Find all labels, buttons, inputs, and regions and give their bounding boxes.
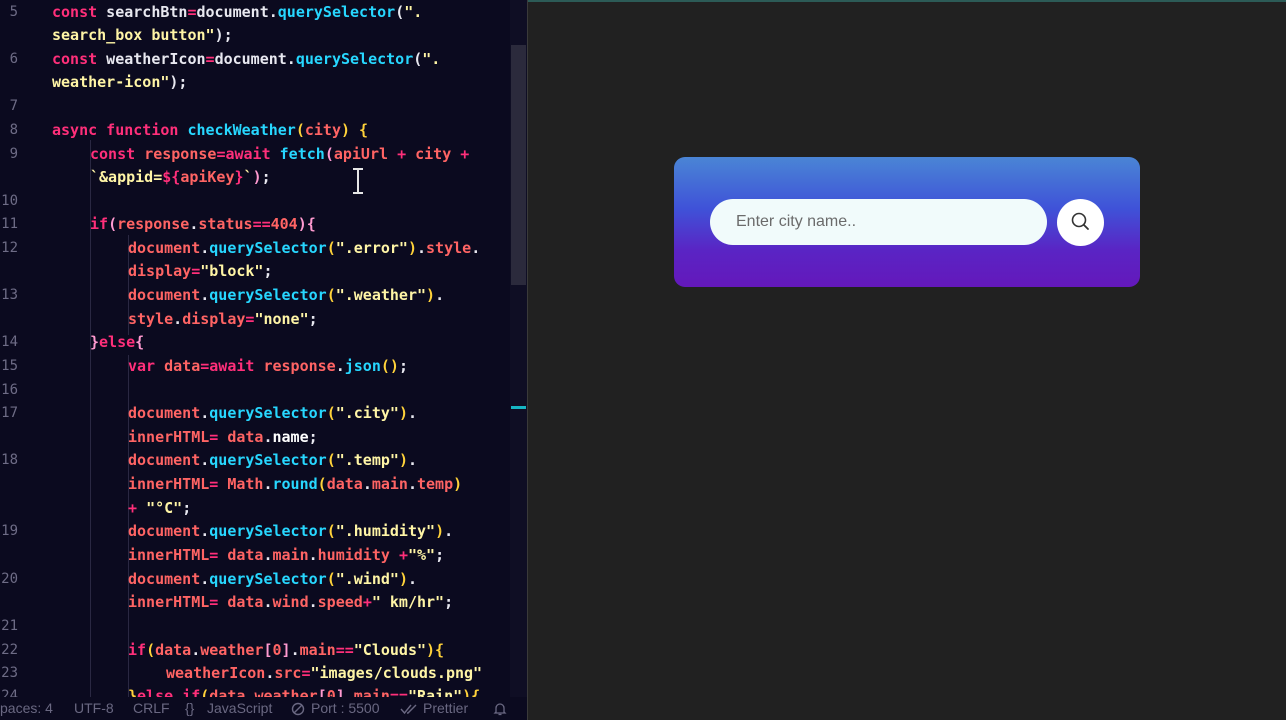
line-number: 22 [1,642,18,658]
code-line: display="block"; [128,262,273,280]
code-line: const weatherIcon=document.querySelector… [52,50,441,68]
line-number: 14 [1,334,18,350]
line-number: 23 [1,665,18,681]
line-number: 9 [9,146,18,162]
formatter-status[interactable]: Prettier [423,697,468,720]
code-line: if(response.status==404){ [90,215,316,233]
search-icon [1071,212,1089,230]
line-number: 10 [1,193,18,209]
code-line: var data=await response.json(); [128,357,408,375]
code-line: async function checkWeather(city) { [52,121,369,139]
code-line: document.querySelector(".humidity"). [128,522,454,540]
code-line: style.display="none"; [128,310,318,328]
editor-scrollbar-thumb[interactable] [511,45,526,285]
code-line: const response=await fetch(apiUrl + city… [90,145,470,163]
code-line: const searchBtn=document.querySelector("… [52,3,423,21]
weather-card [674,157,1140,287]
code-line: }else if(data.weather[0].main=="Rain"){ [128,687,481,697]
code-line: innerHTML= data.wind.speed+" km/hr"; [128,593,454,611]
line-number: 12 [1,240,18,256]
live-server-port[interactable]: Port : 5500 [311,697,380,720]
scrollbar-marker [511,406,526,409]
circle-slash-icon [291,702,305,716]
code-line: `&appid=${apiKey}`); [90,168,271,186]
line-number: 6 [9,51,18,67]
browser-preview [528,0,1286,720]
line-number: 7 [9,98,18,114]
line-number: 17 [1,405,18,421]
line-ending-status[interactable]: CRLF [133,697,170,720]
language-mode-status[interactable]: JavaScript [207,697,272,720]
line-number: 16 [1,382,18,398]
code-editor[interactable]: 5 6 7 8 9 10 11 12 13 14 15 16 17 18 19 … [0,0,527,697]
code-line: search_box button"); [52,26,233,44]
line-number: 8 [9,122,18,138]
code-line: weatherIcon.src="images/clouds.png" [166,664,483,682]
line-number: 11 [1,216,18,232]
code-line: }else{ [90,333,145,351]
line-number: 19 [1,523,18,539]
code-line: innerHTML= data.name; [128,428,318,446]
code-line: if(data.weather[0].main=="Clouds"){ [128,641,445,659]
braces-icon: {} [185,700,195,716]
code-line: document.querySelector(".weather"). [128,286,445,304]
code-line: document.querySelector(".temp"). [128,451,417,469]
line-number: 13 [1,287,18,303]
code-line: document.querySelector(".wind"). [128,570,417,588]
encoding-status[interactable]: UTF-8 [74,697,114,720]
preview-top-border [528,0,1286,2]
code-line: + "°C"; [128,499,192,517]
line-number: 18 [1,452,18,468]
line-number: 15 [1,358,18,374]
code-line: weather-icon"); [52,73,188,91]
code-line: document.querySelector(".error").style. [128,239,481,257]
double-check-icon [400,704,417,715]
bell-icon[interactable] [492,701,508,717]
search-button[interactable] [1057,199,1104,246]
code-line: innerHTML= Math.round(data.main.temp) [128,475,463,493]
line-number: 5 [9,4,18,20]
line-number: 24 [1,688,18,697]
indentation-status[interactable]: paces: 4 [0,697,53,720]
city-search-input[interactable] [710,199,1047,245]
status-bar: paces: 4 UTF-8 CRLF {} JavaScript Port :… [0,697,527,720]
code-line: innerHTML= data.main.humidity +"%"; [128,546,445,564]
text-cursor-icon [353,168,363,194]
line-number: 21 [1,618,18,634]
line-number: 20 [1,571,18,587]
code-line: document.querySelector(".city"). [128,404,417,422]
